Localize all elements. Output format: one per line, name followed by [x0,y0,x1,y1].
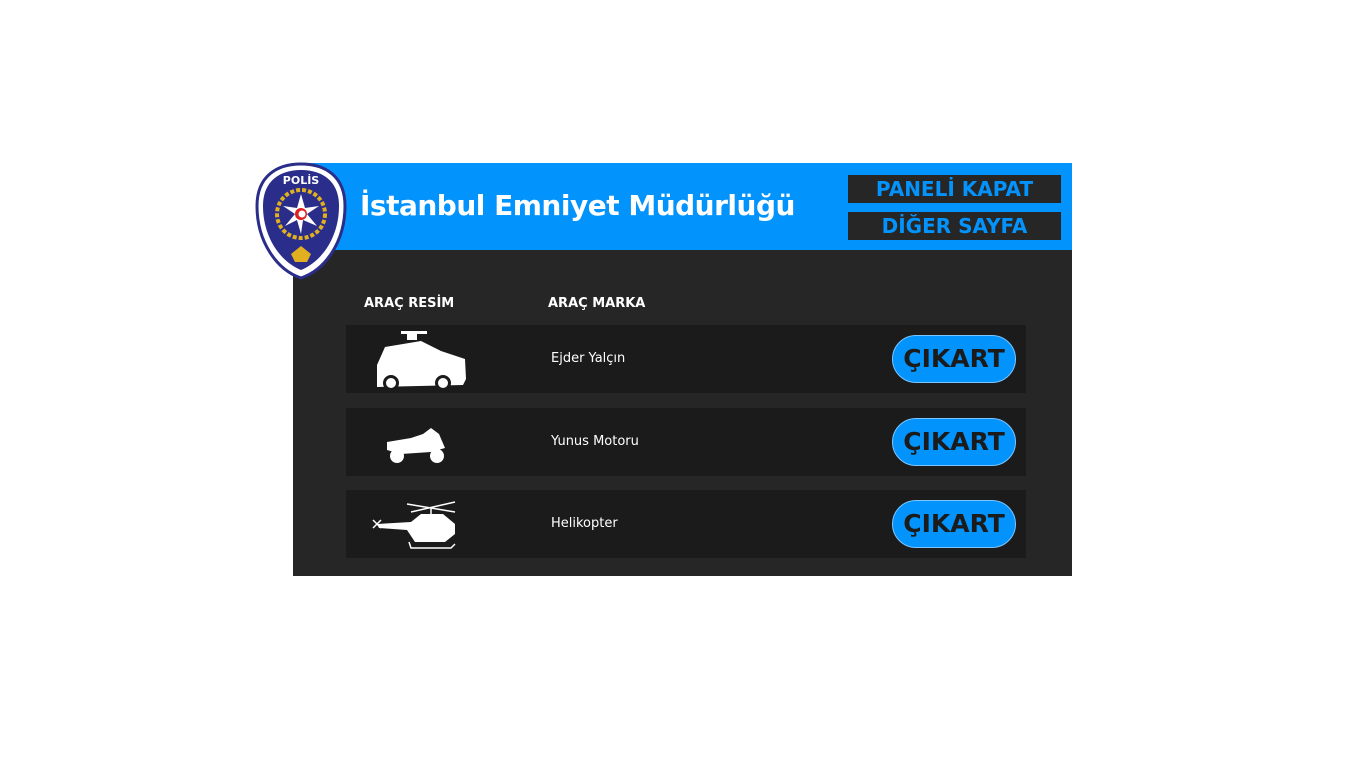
vehicle-brand: Helikopter [551,516,618,531]
column-header-image: ARAÇ RESİM [364,296,455,311]
vehicle-row: Yunus Motoru ÇIKART [346,408,1026,476]
remove-button[interactable]: ÇIKART [892,335,1016,383]
vehicle-row: Ejder Yalçın ÇIKART [346,325,1026,393]
panel-header: İstanbul Emniyet Müdürlüğü PANELİ KAPAT … [293,163,1072,250]
vehicle-brand: Yunus Motoru [551,434,639,449]
page-title: İstanbul Emniyet Müdürlüğü [360,189,795,222]
remove-button[interactable]: ÇIKART [892,500,1016,548]
motorcycle-icon [387,428,445,463]
vehicle-brand: Ejder Yalçın [551,351,626,366]
other-page-button[interactable]: DİĞER SAYFA [848,212,1061,240]
remove-button[interactable]: ÇIKART [892,418,1016,466]
svg-text:POLİS: POLİS [283,173,320,187]
vehicle-panel: İstanbul Emniyet Müdürlüğü PANELİ KAPAT … [293,163,1072,576]
vehicle-row: Helikopter ÇIKART [346,490,1026,558]
column-header-brand: ARAÇ MARKA [548,296,646,311]
police-emblem-logo: POLİS [255,162,347,280]
close-panel-button[interactable]: PANELİ KAPAT [848,175,1061,203]
armored-vehicle-icon [377,331,466,389]
helicopter-icon [372,501,456,549]
